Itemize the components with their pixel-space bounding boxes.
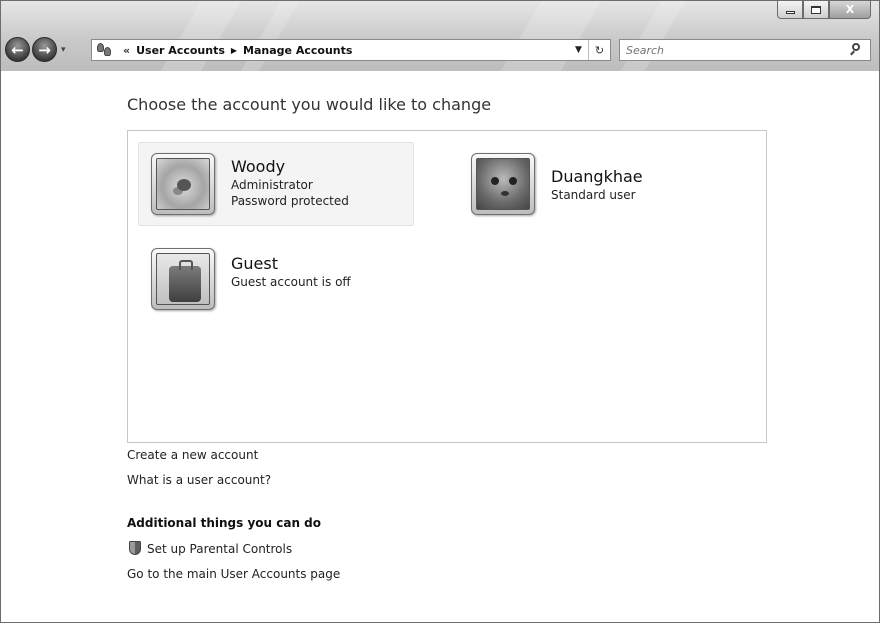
account-status: Guest account is off <box>231 275 351 289</box>
recent-pages-dropdown[interactable]: ▾ <box>61 45 66 55</box>
maximize-icon <box>811 5 821 14</box>
shield-icon <box>129 541 141 555</box>
user-accounts-icon <box>96 42 114 58</box>
account-picture-frame <box>471 153 535 215</box>
chevron-right-icon[interactable]: ▶ <box>231 46 237 55</box>
create-account-link[interactable]: Create a new account <box>127 448 258 462</box>
account-name: Woody <box>231 157 286 176</box>
account-picture-frame <box>151 248 215 310</box>
account-name: Duangkhae <box>551 167 643 186</box>
parental-controls-link[interactable]: Set up Parental Controls <box>129 541 292 556</box>
close-button[interactable]: X <box>829 1 871 19</box>
address-bar[interactable]: « User Accounts ▶ Manage Accounts ▼ ↻ <box>91 39 611 61</box>
kitten-picture <box>476 158 530 210</box>
minimize-icon <box>785 11 795 14</box>
breadcrumb-manage-accounts[interactable]: Manage Accounts <box>243 44 352 57</box>
additional-heading: Additional things you can do <box>127 516 322 530</box>
content-area: Choose the account you would like to cha… <box>1 71 879 622</box>
manage-accounts-window: X ← → ▾ « User Accounts ▶ Manage Account… <box>0 0 880 623</box>
forward-arrow-icon: → <box>38 40 51 59</box>
address-dropdown-icon[interactable]: ▼ <box>568 45 588 55</box>
minimize-button[interactable] <box>777 1 803 19</box>
close-icon: X <box>845 3 855 16</box>
window-chrome: X ← → ▾ « User Accounts ▶ Manage Account… <box>1 1 879 71</box>
suitcase-picture <box>156 253 210 305</box>
accounts-list: Woody Administrator Password protected D… <box>127 130 767 443</box>
search-input[interactable] <box>626 43 848 57</box>
breadcrumb-overflow[interactable]: « <box>123 44 130 57</box>
account-duangkhae[interactable]: Duangkhae Standard user <box>458 142 734 226</box>
parental-controls-label: Set up Parental Controls <box>147 542 293 556</box>
account-status: Password protected <box>231 194 349 208</box>
search-icon[interactable] <box>848 42 864 58</box>
back-arrow-icon: ← <box>11 40 24 59</box>
account-guest[interactable]: Guest Guest account is off <box>138 237 414 321</box>
account-picture-frame <box>151 153 215 215</box>
forward-button[interactable]: → <box>32 37 57 62</box>
fish-picture <box>156 158 210 210</box>
account-woody[interactable]: Woody Administrator Password protected <box>138 142 414 226</box>
account-name: Guest <box>231 254 278 273</box>
navigation-buttons: ← → ▾ <box>5 37 68 62</box>
account-type: Administrator <box>231 178 313 192</box>
search-box[interactable] <box>619 39 871 61</box>
what-is-user-account-link[interactable]: What is a user account? <box>127 473 271 487</box>
back-button[interactable]: ← <box>5 37 30 62</box>
breadcrumb-user-accounts[interactable]: User Accounts <box>136 44 225 57</box>
account-type: Standard user <box>551 188 636 202</box>
main-user-accounts-link[interactable]: Go to the main User Accounts page <box>127 567 340 581</box>
caption-buttons: X <box>777 1 871 19</box>
refresh-icon: ↻ <box>594 43 605 57</box>
refresh-button[interactable]: ↻ <box>588 40 610 60</box>
maximize-button[interactable] <box>803 1 829 19</box>
page-title: Choose the account you would like to cha… <box>127 95 492 114</box>
